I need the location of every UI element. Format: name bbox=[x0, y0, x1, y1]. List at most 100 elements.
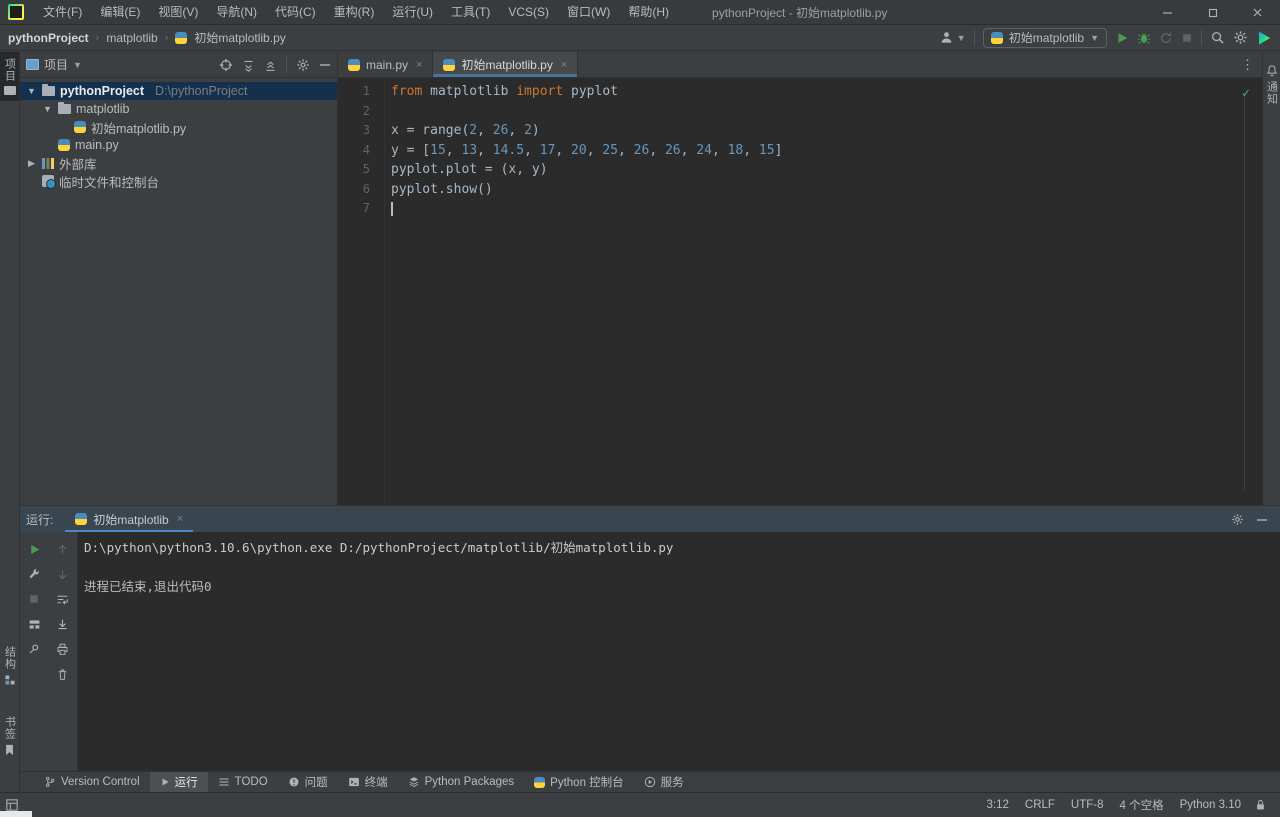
stripe-tab-bookmarks[interactable]: 书签 bbox=[2, 710, 18, 762]
menu-item[interactable]: 编辑(E) bbox=[91, 0, 149, 25]
code-area[interactable]: from matplotlib import pyplot x = range(2… bbox=[385, 78, 1262, 505]
status-python-interpreter[interactable]: Python 3.10 bbox=[1180, 799, 1241, 811]
tool-window-button-todo[interactable]: TODO bbox=[208, 772, 278, 792]
locate-file-button[interactable] bbox=[219, 57, 233, 72]
lock-icon[interactable] bbox=[1255, 799, 1266, 811]
divider bbox=[286, 56, 287, 73]
tool-window-button-problems[interactable]: 问题 bbox=[278, 772, 338, 792]
bookmark-icon bbox=[6, 744, 13, 756]
tree-item-[interactable]: ▶ 外部库 bbox=[20, 154, 337, 172]
hide-tool-window-button[interactable] bbox=[319, 58, 331, 72]
menu-item[interactable]: 导航(N) bbox=[207, 0, 266, 25]
ide-features-trainer-icon[interactable] bbox=[1256, 30, 1272, 46]
rerun-button[interactable] bbox=[28, 541, 41, 555]
tool-window-button-pyconsole[interactable]: Python 控制台 bbox=[524, 772, 634, 792]
maximize-button[interactable] bbox=[1190, 0, 1235, 25]
editor-tab-inactive[interactable]: main.py × bbox=[338, 52, 434, 77]
status-file-encoding[interactable]: UTF-8 bbox=[1071, 799, 1104, 811]
python-file-icon bbox=[990, 31, 1003, 44]
stripe-tab-structure[interactable]: 结构 bbox=[2, 640, 18, 692]
tool-window-button-play[interactable]: 运行 bbox=[149, 772, 208, 792]
run-console-output[interactable]: D:\python\python3.10.6\python.exe D:/pyt… bbox=[78, 532, 1280, 771]
soft-wrap-button[interactable] bbox=[56, 591, 69, 605]
menu-item[interactable]: 文件(F) bbox=[34, 0, 91, 25]
tree-item-pythonproject[interactable]: ▼ pythonProject D:\pythonProject bbox=[20, 82, 337, 100]
stripe-tab-project[interactable]: 项目 bbox=[0, 52, 19, 101]
tree-expand-arrow[interactable]: ▼ bbox=[42, 104, 53, 114]
project-settings-button[interactable] bbox=[296, 57, 310, 72]
project-view-selector[interactable]: 项目 ▼ bbox=[26, 56, 82, 73]
breadcrumb-item[interactable]: 初始matplotlib.py bbox=[194, 29, 285, 46]
close-icon[interactable]: × bbox=[177, 513, 183, 525]
collapse-all-button[interactable] bbox=[264, 57, 277, 71]
tab-label: 初始matplotlib.py bbox=[461, 58, 553, 72]
tree-item-[interactable]: 临时文件和控制台 bbox=[20, 172, 337, 190]
menu-item[interactable]: VCS(S) bbox=[499, 0, 558, 25]
menu-item[interactable]: 帮助(H) bbox=[619, 0, 678, 25]
breadcrumb-item[interactable]: pythonProject bbox=[8, 31, 89, 45]
pycharm-logo-icon bbox=[8, 4, 24, 20]
search-everywhere-button[interactable] bbox=[1210, 30, 1225, 45]
menu-bar: 文件(F) 编辑(E) 视图(V) 导航(N) 代码(C) 重构(R) 运行(U) 工具(T)… bbox=[34, 0, 678, 25]
menu-item[interactable]: 工具(T) bbox=[442, 0, 499, 25]
left-tool-window-stripe: 项目 结构 书签 bbox=[0, 52, 20, 792]
clear-console-button[interactable] bbox=[56, 666, 69, 680]
run-tool-window-header: 运行: 初始matplotlib × bbox=[20, 506, 1280, 532]
tool-window-button-label: 服务 bbox=[660, 777, 684, 789]
close-icon[interactable]: × bbox=[561, 59, 567, 71]
menu-item[interactable]: 窗口(W) bbox=[558, 0, 619, 25]
editor-scrollbar[interactable] bbox=[1244, 96, 1245, 491]
editor-tab-active[interactable]: 初始matplotlib.py × bbox=[433, 52, 579, 77]
run-tab[interactable]: 初始matplotlib × bbox=[65, 506, 193, 532]
tree-item-mainpy[interactable]: main.py bbox=[20, 136, 337, 154]
tree-item-matplotlib[interactable]: ▼ matplotlib bbox=[20, 100, 337, 118]
code-with-me-users-button[interactable]: ▼ bbox=[939, 30, 966, 45]
scroll-to-end-button[interactable] bbox=[56, 616, 69, 630]
tree-expand-arrow[interactable]: ▼ bbox=[26, 86, 37, 96]
hide-run-panel-button[interactable] bbox=[1256, 512, 1268, 526]
tree-expand-arrow[interactable]: ▶ bbox=[26, 158, 37, 169]
console-exit-line: 进程已结束,退出代码0 bbox=[84, 579, 212, 594]
tool-window-button-label: 运行 bbox=[174, 777, 198, 789]
settings-button[interactable] bbox=[1233, 30, 1248, 45]
close-icon[interactable]: × bbox=[416, 59, 422, 71]
menu-item[interactable]: 重构(R) bbox=[325, 0, 384, 25]
tool-window-button-packages[interactable]: Python Packages bbox=[398, 772, 525, 792]
tool-window-button-services[interactable]: 服务 bbox=[634, 772, 694, 792]
breadcrumb-item[interactable]: matplotlib bbox=[106, 31, 157, 45]
tool-window-button-label: Python 控制台 bbox=[550, 777, 624, 789]
debug-button[interactable] bbox=[1137, 30, 1151, 45]
title-bar: 文件(F) 编辑(E) 视图(V) 导航(N) 代码(C) 重构(R) 运行(U) 工具(T)… bbox=[0, 0, 1280, 25]
minimize-button[interactable] bbox=[1145, 0, 1190, 25]
tool-window-button-label: Version Control bbox=[61, 776, 140, 788]
tool-window-button-branch[interactable]: Version Control bbox=[34, 772, 150, 792]
menu-item[interactable]: 运行(U) bbox=[383, 0, 442, 25]
run-configuration-selector[interactable]: 初始matplotlib ▼ bbox=[982, 27, 1107, 48]
run-panel-settings-button[interactable] bbox=[1231, 512, 1244, 526]
editor-options-button[interactable]: ⋮ bbox=[1241, 57, 1254, 73]
down-stack-trace-button bbox=[56, 566, 69, 580]
edit-run-configuration-button[interactable] bbox=[28, 566, 41, 580]
expand-all-button[interactable] bbox=[242, 57, 255, 72]
run-button[interactable] bbox=[1115, 30, 1129, 45]
breadcrumb-separator: › bbox=[164, 31, 169, 44]
status-caret-position[interactable]: 3:12 bbox=[987, 799, 1009, 811]
tool-window-switcher-button[interactable] bbox=[6, 799, 18, 811]
divider bbox=[973, 29, 975, 46]
close-button[interactable] bbox=[1235, 0, 1280, 25]
print-button[interactable] bbox=[56, 641, 69, 655]
project-tool-window-header: 项目 ▼ bbox=[20, 52, 337, 78]
status-line-separator[interactable]: CRLF bbox=[1025, 799, 1055, 811]
status-indent-style[interactable]: 4 个空格 bbox=[1120, 797, 1164, 813]
pin-tab-button[interactable] bbox=[28, 641, 41, 655]
line-number: 4 bbox=[362, 142, 370, 157]
menu-item[interactable]: 代码(C) bbox=[266, 0, 325, 25]
divider bbox=[1201, 29, 1202, 46]
tool-window-button-terminal[interactable]: 终端 bbox=[338, 772, 398, 792]
breadcrumb-separator: › bbox=[95, 31, 100, 44]
restore-layout-button[interactable] bbox=[28, 616, 41, 630]
tree-item-matplotlibpy[interactable]: 初始matplotlib.py bbox=[20, 118, 337, 136]
coverage-button bbox=[1159, 30, 1173, 45]
line-number: 1 bbox=[362, 84, 370, 98]
menu-item[interactable]: 视图(V) bbox=[149, 0, 207, 25]
